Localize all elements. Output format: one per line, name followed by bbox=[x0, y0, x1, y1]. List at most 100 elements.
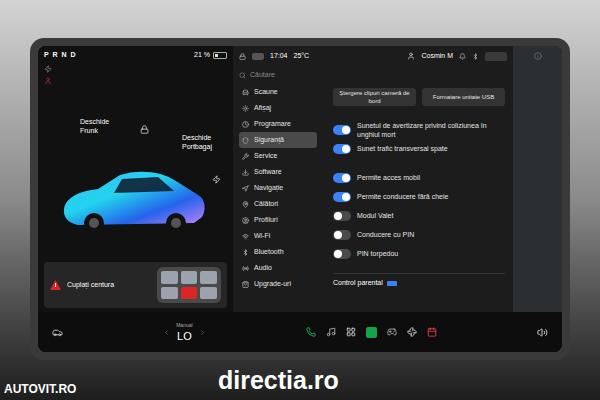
menu-icon bbox=[242, 169, 249, 176]
main-area: P R N D21 % Deschide Frunk Deschide Portba… bbox=[38, 46, 562, 312]
sidebar-label: Software bbox=[254, 167, 282, 178]
toggle-knob bbox=[342, 126, 350, 134]
menu-icon bbox=[242, 185, 249, 192]
setting-row[interactable]: Sunet trafic transversal spate bbox=[333, 139, 505, 158]
sidebar-label: Wi-Fi bbox=[254, 231, 270, 242]
lock-icon bbox=[239, 53, 246, 60]
menu-icon bbox=[242, 201, 249, 208]
phone-icon[interactable] bbox=[306, 327, 316, 337]
sidebar-item[interactable]: Software bbox=[239, 164, 317, 180]
alert: Cuplați centura bbox=[50, 280, 114, 291]
section-header: Control parental bbox=[333, 273, 505, 289]
bottom-bar: ManualLO bbox=[38, 312, 562, 352]
setting-row[interactable]: Sunetul de avertizare privind coliziunea… bbox=[333, 120, 505, 139]
airbag-badge-icon bbox=[485, 52, 507, 61]
toggle-switch[interactable] bbox=[333, 230, 351, 240]
sidebar-item[interactable]: Scaune bbox=[239, 84, 317, 100]
sidebar: Căutare Scaune AfișajProgramareSiguranță Se… bbox=[233, 66, 317, 312]
volume-icon[interactable] bbox=[537, 327, 548, 338]
menu-icon bbox=[242, 105, 249, 112]
time: 17:04 bbox=[270, 51, 288, 62]
setting-label: Sunetul de avertizare privind coliziunea… bbox=[357, 121, 505, 139]
menu-icon bbox=[242, 137, 249, 144]
action-button[interactable]: Ștergere clipuri cameră de bord bbox=[333, 88, 416, 106]
sidebar-item[interactable]: Wi-Fi bbox=[239, 228, 317, 244]
sidebar-label: Service bbox=[254, 151, 277, 162]
car-icon bbox=[58, 165, 208, 237]
photo: P R N D21 % Deschide Frunk Deschide Portba… bbox=[0, 0, 600, 400]
toggle-switch[interactable] bbox=[333, 125, 351, 135]
sidebar-item[interactable]: Călători bbox=[239, 196, 317, 212]
battery-icon bbox=[213, 52, 227, 59]
car-icon[interactable] bbox=[52, 327, 63, 338]
sidebar-item[interactable]: Navigație bbox=[239, 180, 317, 196]
bell-icon[interactable] bbox=[459, 53, 466, 60]
sound-settings: Sunetul de avertizare privind coliziunea… bbox=[333, 120, 505, 158]
sidebar-item[interactable]: Programare bbox=[239, 116, 317, 132]
vehicle-panel: P R N D21 % Deschide Frunk Deschide Portba… bbox=[38, 46, 233, 312]
sidebar-label: Bluetooth bbox=[254, 247, 284, 258]
seatbelt-icon bbox=[44, 77, 52, 85]
setting-row[interactable]: Permite conducere fără cheie bbox=[333, 187, 505, 206]
battery: 21 % bbox=[194, 50, 227, 61]
calendar-icon[interactable] bbox=[427, 327, 437, 337]
menu-icon bbox=[242, 233, 249, 240]
sidebar-item[interactable]: Profiluri bbox=[239, 212, 317, 228]
setting-label: Permite conducere fără cheie bbox=[357, 192, 448, 201]
setting-row[interactable]: Permite acces mobil bbox=[333, 168, 505, 187]
sidebar-label: Upgrade-uri bbox=[254, 279, 291, 290]
charge-port-icon[interactable] bbox=[212, 175, 221, 184]
sidebar-item[interactable]: Siguranță bbox=[239, 132, 317, 148]
user-icon[interactable] bbox=[407, 52, 415, 60]
action-button[interactable]: Formatare unitate USB bbox=[422, 88, 505, 106]
seat-diagram-icon bbox=[157, 267, 221, 303]
toggle-switch[interactable] bbox=[333, 192, 351, 202]
music-icon[interactable] bbox=[326, 327, 336, 337]
display: P R N D21 % Deschide Frunk Deschide Portba… bbox=[38, 46, 562, 352]
climate-control[interactable]: ManualLO bbox=[163, 322, 205, 342]
setting-row[interactable]: Modul Valet bbox=[333, 206, 505, 225]
temperature: 25°C bbox=[294, 51, 310, 62]
climate-temperature: LO bbox=[177, 330, 192, 342]
sidebar-label: Audio bbox=[254, 263, 272, 274]
sidebar-item[interactable]: Afișaj bbox=[239, 100, 317, 116]
toggle-switch[interactable] bbox=[333, 211, 351, 221]
toggle-switch[interactable] bbox=[333, 144, 351, 154]
action-buttons: Ștergere clipuri cameră de bord Formatare… bbox=[333, 88, 505, 106]
sidebar-item[interactable]: Upgrade-uri bbox=[239, 276, 317, 292]
apps-icon[interactable] bbox=[346, 327, 356, 337]
temp-down-icon[interactable] bbox=[163, 329, 170, 336]
toggle-knob bbox=[342, 193, 350, 201]
search-field[interactable]: Căutare bbox=[239, 66, 317, 84]
settings-panel: 17:04 25°C Cosmin M Căutare Scaune AfișajProg… bbox=[233, 46, 513, 312]
user-name[interactable]: Cosmin M bbox=[421, 51, 453, 62]
toggle-knob bbox=[342, 145, 350, 153]
setting-row[interactable]: Conducere cu PIN bbox=[333, 225, 505, 244]
menu-icon bbox=[242, 265, 249, 272]
access-settings: Permite acces mobil Permite conducere făr… bbox=[333, 168, 505, 263]
directia-watermark: directia.ro bbox=[218, 362, 339, 400]
map[interactable] bbox=[513, 46, 562, 312]
toggle-switch[interactable] bbox=[333, 173, 351, 183]
menu-icon bbox=[242, 89, 249, 96]
trunk-label[interactable]: Deschide Portbagaj bbox=[182, 133, 232, 151]
sidebar-label: Profiluri bbox=[254, 215, 278, 226]
fan-icon[interactable] bbox=[407, 327, 417, 337]
setting-label: PIN torpedou bbox=[357, 249, 398, 258]
lock-icon[interactable] bbox=[140, 125, 149, 134]
sidebar-item[interactable]: Bluetooth bbox=[239, 244, 317, 260]
temp-up-icon[interactable] bbox=[199, 329, 206, 336]
setting-row[interactable]: PIN torpedou bbox=[333, 244, 505, 263]
setting-label: Conducere cu PIN bbox=[357, 230, 414, 239]
sidebar-item[interactable]: Audio bbox=[239, 260, 317, 276]
toybox-icon[interactable] bbox=[387, 327, 397, 337]
menu-icon bbox=[242, 281, 249, 288]
energy-icon[interactable] bbox=[366, 327, 377, 338]
sidebar-label: Scaune bbox=[254, 87, 278, 98]
settings-content: Ștergere clipuri cameră de bord Formatare… bbox=[317, 66, 513, 312]
top-row: P R N D21 % bbox=[44, 50, 227, 61]
frunk-label[interactable]: Deschide Frunk bbox=[80, 117, 120, 135]
sidebar-item[interactable]: Service bbox=[239, 148, 317, 164]
toggle-switch[interactable] bbox=[333, 249, 351, 259]
setting-label: Modul Valet bbox=[357, 211, 393, 220]
